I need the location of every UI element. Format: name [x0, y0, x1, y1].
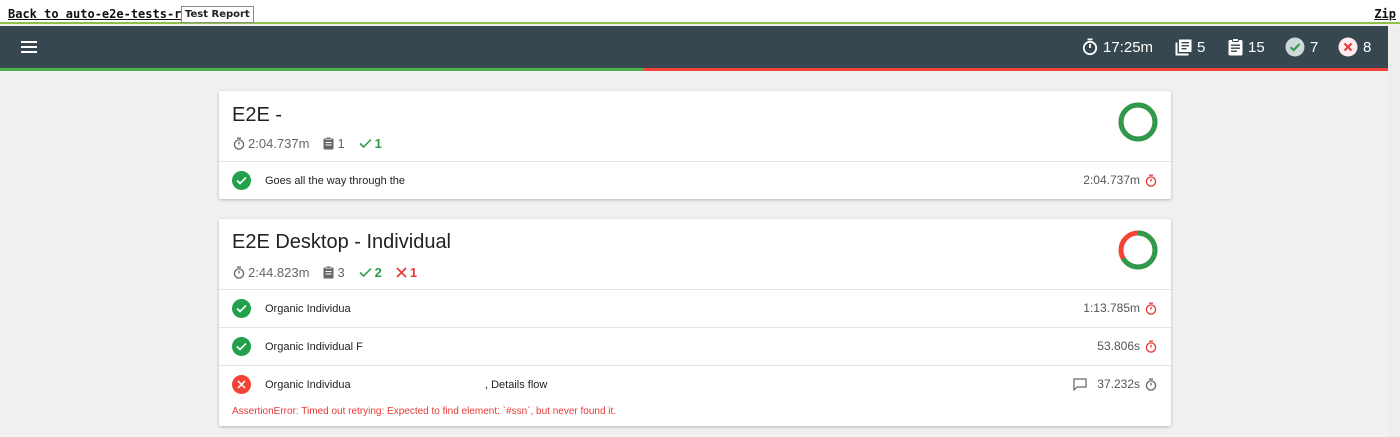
suite-tests: 3 — [323, 265, 345, 280]
total-duration-stat: 17:25m — [1082, 37, 1153, 57]
menu-icon[interactable] — [21, 41, 37, 53]
suite-duration-value: 2:04.737m — [248, 136, 310, 151]
donut-pass-arc — [1118, 102, 1158, 142]
test-duration: 37.232s — [1073, 377, 1157, 391]
suite-card: E2E Desktop - Individual 2:44.823m 3 2 1 — [219, 219, 1171, 426]
close-icon — [396, 267, 407, 278]
tests-stat: 15 — [1228, 37, 1265, 57]
test-duration: 53.806s — [1097, 339, 1157, 353]
suite-passed: 2 — [359, 265, 382, 280]
stopwatch-icon — [1082, 38, 1098, 56]
suite-pass-donut — [1118, 230, 1158, 270]
back-link[interactable]: Back to auto-e2e-tests-run — [8, 7, 196, 21]
slow-stopwatch-icon — [1145, 340, 1157, 353]
assertion-error-message: AssertionError: Timed out retrying: Expe… — [232, 406, 617, 417]
suite-duration: 2:44.823m — [233, 265, 309, 280]
test-title: Organic Individua — [265, 379, 351, 391]
suites-stat: 5 — [1175, 37, 1205, 57]
suite-tests: 1 — [323, 136, 345, 151]
scrollbar[interactable] — [1388, 26, 1400, 437]
suite-title: E2E Desktop - Individual — [232, 231, 452, 253]
stopwatch-icon — [233, 137, 245, 150]
suite-failed: 1 — [396, 265, 417, 280]
fail-progress — [644, 68, 1388, 71]
slow-stopwatch-icon — [1145, 302, 1157, 315]
test-title: Organic Individual F — [265, 341, 363, 353]
stopwatch-icon — [1145, 378, 1157, 391]
suite-tests-count: 1 — [337, 136, 345, 151]
suite-failed-count: 1 — [409, 265, 418, 280]
test-row[interactable]: Organic Individual F 53.806s — [219, 328, 1171, 366]
check-circle-icon — [1285, 37, 1305, 57]
tests-count: 15 — [1248, 38, 1265, 56]
test-duration: 1:13.785m — [1083, 301, 1157, 315]
test-duration: 2:04.737m — [1083, 173, 1157, 187]
suites-count: 5 — [1197, 38, 1206, 56]
close-circle-icon — [1338, 37, 1358, 57]
passed-stat: 7 — [1285, 37, 1318, 57]
suite-passed-count: 2 — [374, 265, 382, 280]
check-icon — [359, 138, 372, 149]
suite-card: E2E - 2:04.737m 1 1 Goes all the way thr… — [219, 91, 1171, 199]
failed-stat: 8 — [1338, 37, 1371, 57]
pass-fail-progress-bar — [0, 68, 1388, 71]
test-duration-value: 37.232s — [1097, 377, 1140, 391]
suite-duration: 2:04.737m — [233, 136, 309, 151]
test-duration-value: 1:13.785m — [1083, 301, 1140, 315]
comment-icon[interactable] — [1073, 377, 1087, 391]
slow-stopwatch-icon — [1145, 174, 1157, 187]
passed-status-icon — [232, 171, 251, 190]
clipboard-icon — [323, 137, 334, 150]
test-duration-value: 2:04.737m — [1083, 173, 1140, 187]
test-duration-value: 53.806s — [1097, 339, 1140, 353]
passed-count: 7 — [1310, 38, 1319, 56]
passed-status-icon — [232, 299, 251, 318]
suite-passed: 1 — [359, 136, 382, 151]
suite-header: E2E - 2:04.737m 1 1 — [219, 91, 1171, 162]
failed-count: 8 — [1363, 38, 1372, 56]
top-link-bar: Back to auto-e2e-tests-run Test Report Z… — [0, 0, 1400, 24]
suite-header: E2E Desktop - Individual 2:44.823m 3 2 1 — [219, 219, 1171, 290]
stopwatch-icon — [233, 266, 245, 279]
suite-pass-donut — [1118, 102, 1158, 142]
passed-status-icon — [232, 337, 251, 356]
test-row[interactable]: Organic Individua 1:13.785m — [219, 290, 1171, 328]
suite-title: E2E - — [232, 104, 283, 126]
test-title: Organic Individua — [265, 303, 351, 315]
suite-meta: 2:44.823m 3 2 1 — [233, 265, 431, 280]
test-title: Goes all the way through the — [265, 175, 406, 187]
test-row[interactable]: Organic Individua , Details flow 37.232s… — [219, 366, 1171, 426]
navbar: 17:25m 5 15 7 8 — [0, 26, 1400, 68]
check-icon — [359, 267, 372, 278]
pass-progress — [0, 68, 645, 71]
suite-duration-value: 2:44.823m — [248, 265, 310, 280]
zip-link[interactable]: Zip — [1374, 7, 1396, 21]
suite-meta: 2:04.737m 1 1 — [233, 136, 396, 151]
clipboard-icon — [323, 266, 334, 279]
suite-passed-count: 1 — [374, 136, 382, 151]
total-duration: 17:25m — [1103, 38, 1154, 56]
suite-tests-count: 3 — [337, 265, 345, 280]
test-row[interactable]: Goes all the way through the 2:04.737m — [219, 162, 1171, 200]
clipboard-icon — [1228, 38, 1243, 56]
report-tag: Test Report — [181, 6, 254, 23]
library-books-icon — [1175, 39, 1192, 55]
test-title-tail: , Details flow — [485, 379, 548, 391]
failed-status-icon — [232, 375, 251, 394]
